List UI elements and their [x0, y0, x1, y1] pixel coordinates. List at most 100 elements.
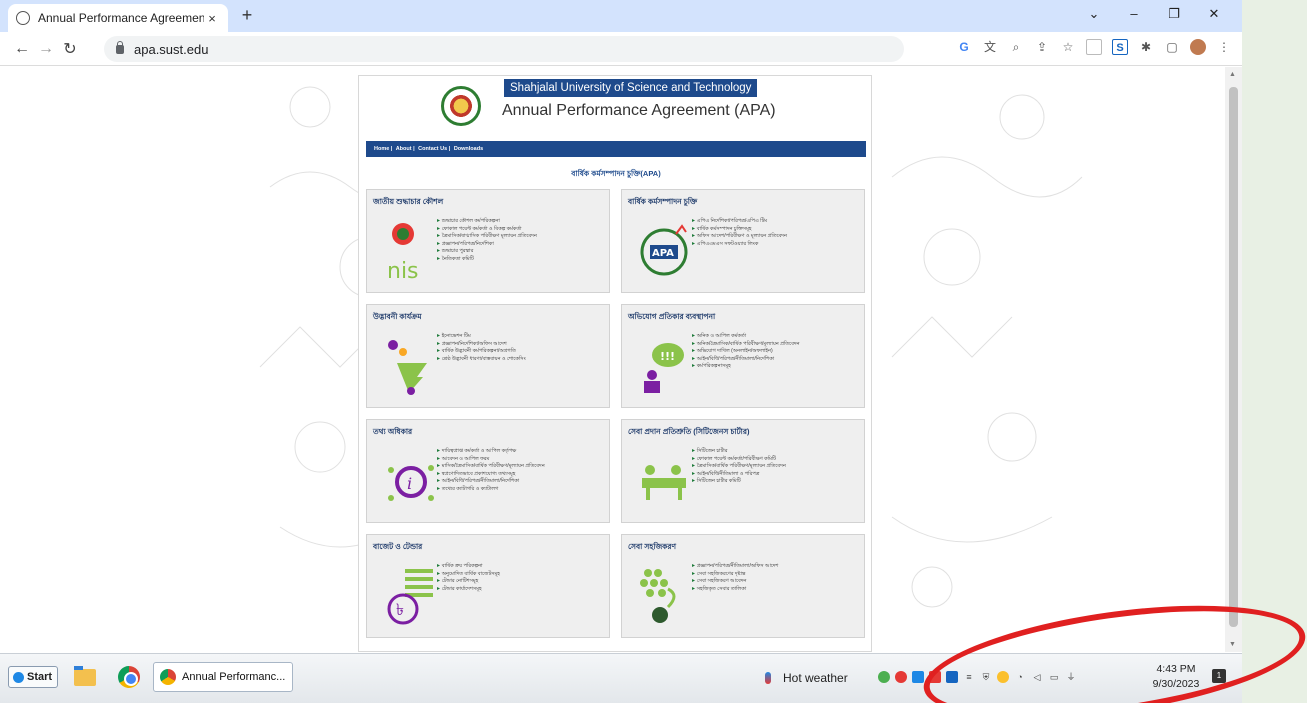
vertical-scrollbar[interactable]: ▲ ▼: [1225, 67, 1242, 652]
card-link[interactable]: ত্রৈমাসিক/বার্ষিক পরিবীক্ষণ/মূল্যায়ন প্…: [692, 463, 786, 471]
card-link[interactable]: অভিযোগ দাখিল (অনলাইন/অফলাইন): [692, 348, 799, 356]
share-icon[interactable]: ⇪: [1034, 39, 1050, 55]
card-link[interactable]: শুদ্ধাচার কৌশল কর্মপরিকল্পনা: [437, 218, 537, 226]
card-link[interactable]: টেন্ডার নোটিশসমূহ: [437, 578, 500, 586]
card-link[interactable]: অনুমোদিত বার্ষিক বাজেটসমূহ: [437, 571, 500, 579]
bookmark-star-icon[interactable]: ☆: [1060, 39, 1076, 55]
tray-yellow-icon[interactable]: [997, 671, 1009, 683]
security-icon[interactable]: [878, 671, 890, 683]
puzzle-icon[interactable]: ✱: [1138, 39, 1154, 55]
close-tab-icon[interactable]: ×: [204, 11, 220, 26]
menu-downloads[interactable]: Downloads: [454, 146, 483, 152]
card-title[interactable]: বাজেট ও টেন্ডার: [373, 542, 422, 554]
card-link[interactable]: ইনোভেশন টিম: [437, 333, 526, 341]
volume-icon[interactable]: ◁: [1031, 671, 1043, 683]
clock[interactable]: 4:43 PM 9/30/2023: [1146, 662, 1206, 692]
tray-red-icon[interactable]: [929, 671, 941, 683]
card-title[interactable]: অভিযোগ প্রতিকার ব্যবস্থাপনা: [628, 312, 715, 324]
card-title[interactable]: জাতীয় শুদ্ধাচার কৌশল: [373, 197, 443, 209]
card-link[interactable]: বার্ষিক উদ্ভাবনী কর্মপরিকল্পনা/অগ্রগতি: [437, 348, 526, 356]
tray-list-icon[interactable]: ≡: [963, 671, 975, 683]
extension-icon[interactable]: [1086, 39, 1102, 55]
card-link[interactable]: ফোকাল পয়েন্ট কর্মকর্তা ও বিকল্প কর্মকর্…: [437, 226, 537, 234]
card-link[interactable]: অনিক/ত্রৈমাসিক/বার্ষিক পরিবীক্ষণ/মূল্যায…: [692, 341, 800, 349]
close-window-button[interactable]: ✕: [1194, 4, 1234, 24]
card-link[interactable]: টেন্ডার কার্যাদেশসমূহ: [437, 586, 500, 594]
card-link[interactable]: কর্মপরিকল্পনাসমূহ: [692, 363, 799, 371]
tray-app-icon[interactable]: [912, 671, 924, 683]
card-link[interactable]: এপিএএমএস সফটওয়্যার লিংক: [692, 241, 787, 249]
sidepanel-icon[interactable]: ▢: [1164, 39, 1180, 55]
card-link[interactable]: ত্রৈমাসিক/ষাণ্মাসিক পরিবীক্ষণ মূল্যায়ন …: [437, 233, 537, 241]
card-title[interactable]: উদ্ভাবনী কার্যক্রম: [373, 312, 422, 324]
scroll-up-icon[interactable]: ▲: [1229, 71, 1236, 78]
card-link[interactable]: শ্রেষ্ঠ উদ্ভাবনী ধারণা/বাস্তবায়ন ও শোকে…: [437, 356, 526, 364]
app-tray-icon[interactable]: [895, 671, 907, 683]
weather-label: Hot weather: [783, 671, 848, 685]
card-link[interactable]: সিটিজেন চার্টার কমিটি: [692, 478, 786, 486]
tray-shield-icon[interactable]: ⛨: [980, 671, 992, 683]
notification-icon[interactable]: 1: [1212, 669, 1226, 683]
translate-icon[interactable]: 文: [982, 39, 998, 55]
card-title[interactable]: সেবা প্রদান প্রতিশ্রুতি (সিটিজেনস চার্টা…: [628, 427, 749, 439]
clock-date: 9/30/2023: [1152, 678, 1200, 690]
card-link[interactable]: দায়িত্বপ্রাপ্ত কর্মকর্তা ও আপিল কর্তৃপক…: [437, 448, 545, 456]
file-explorer-icon[interactable]: [74, 666, 96, 686]
card-title[interactable]: বার্ষিক কর্মসম্পাদন চুক্তি: [628, 197, 697, 209]
card-link[interactable]: বার্ষিক কর্মসম্পাদন চুক্তিসমূহ: [692, 226, 787, 234]
menu-contact[interactable]: Contact Us |: [418, 146, 450, 152]
menu-icon[interactable]: ⋮: [1216, 39, 1232, 55]
menu-home[interactable]: Home |: [374, 146, 392, 152]
card-link[interactable]: এপিএ নির্দেশিকা/পরিপত্র/এপিএ টিম: [692, 218, 787, 226]
google-icon[interactable]: G: [956, 39, 972, 55]
card-link[interactable]: সেবা সহজিকরণ আবেদন: [692, 578, 778, 586]
reload-icon[interactable]: ↻: [58, 39, 82, 59]
card-link[interactable]: অফিস আদেশ/পরিবীক্ষণ ও মূল্যায়ন প্রতিবেদ…: [692, 233, 787, 241]
battery-icon[interactable]: ▭: [1048, 671, 1060, 683]
card-link[interactable]: মাসিক/ত্রৈমাসিক/বার্ষিক পরিবীক্ষণ/মূল্যা…: [437, 463, 545, 471]
card-link[interactable]: ফোকাল পয়েন্ট কর্মকর্তা/পরিবীক্ষণ কমিটি: [692, 456, 786, 464]
start-button[interactable]: Start: [8, 666, 58, 688]
card-link[interactable]: তথ্যের ক্যাটাগরি ও ক্যাটালগ: [437, 486, 545, 494]
new-tab-button[interactable]: +: [236, 5, 258, 26]
back-icon[interactable]: ←: [10, 40, 34, 58]
tab-search-button[interactable]: ⌄: [1074, 4, 1114, 24]
forward-icon[interactable]: →: [34, 40, 58, 58]
card-link[interactable]: বার্ষিক ক্রয় পরিকল্পনা: [437, 563, 500, 571]
minimize-button[interactable]: –: [1114, 4, 1154, 24]
card-link[interactable]: প্রজ্ঞাপন/নির্দেশিকা/অফিস আদেশ: [437, 341, 526, 349]
card-link[interactable]: আইন/বিধি/পরিপত্র/নীতিমালা/নির্দেশিকা: [692, 356, 799, 364]
card-link[interactable]: সেবা সহজিকরণের দৃষ্টান্ত: [692, 571, 778, 579]
s-extension-icon[interactable]: S: [1112, 39, 1128, 55]
card-link[interactable]: প্রজ্ঞাপন/পরিপত্র/নীতিমালা/অফিস আদেশ: [692, 563, 779, 571]
card-title[interactable]: তথ্য অধিকার: [373, 427, 412, 439]
card-link[interactable]: সহজিকৃত সেবার তালিকা: [692, 586, 778, 594]
card-link[interactable]: প্রজ্ঞাপন/পরিপত্র/নির্দেশিকা: [437, 241, 537, 249]
card-link[interactable]: অনিক ও আপিল কর্মকর্তা: [692, 333, 799, 341]
card-title[interactable]: সেবা সহজিকরণ: [628, 542, 676, 554]
card-link[interactable]: শুদ্ধাচার পুরস্কার: [437, 248, 537, 256]
tray-blue-icon[interactable]: [946, 671, 958, 683]
chrome-icon[interactable]: [118, 666, 140, 688]
taskbar: Start Annual Performanc... Hot weather ≡…: [0, 653, 1242, 703]
card-link[interactable]: আইন/বিধি/নীতিমালা ও পরিপত্র: [692, 471, 786, 479]
restore-button[interactable]: ❐: [1154, 4, 1194, 24]
card-link[interactable]: আইন/বিধি/পরিপত্র/নীতিমালা/নির্দেশিকা: [437, 478, 545, 486]
card-link[interactable]: সিটিজেন চার্টার: [692, 448, 786, 456]
browser-tab[interactable]: Annual Performance Agreement ×: [8, 4, 228, 32]
address-bar[interactable]: apa.sust.edu: [104, 36, 904, 62]
taskbar-app-chrome[interactable]: Annual Performanc...: [153, 662, 293, 692]
wifi-icon[interactable]: ◔: [1014, 671, 1026, 683]
profile-avatar-icon[interactable]: [1190, 39, 1206, 55]
usb-icon[interactable]: ⏚: [1065, 671, 1077, 683]
menu-about[interactable]: About |: [396, 146, 415, 152]
zoom-icon[interactable]: ⌕: [1008, 39, 1024, 55]
lock-icon[interactable]: [116, 40, 124, 54]
url-text[interactable]: apa.sust.edu: [134, 42, 208, 57]
card-link[interactable]: স্বপ্রণোদিতভাবে প্রকাশযোগ্য তথ্যসমূহ: [437, 471, 545, 479]
card-link[interactable]: নৈতিকতা কমিটি: [437, 256, 537, 264]
scrollbar-thumb[interactable]: [1229, 87, 1238, 627]
scroll-down-icon[interactable]: ▼: [1229, 641, 1236, 648]
card-link[interactable]: আবেদন ও আপিল ফরম: [437, 456, 545, 464]
weather-widget[interactable]: Hot weather: [765, 671, 848, 685]
